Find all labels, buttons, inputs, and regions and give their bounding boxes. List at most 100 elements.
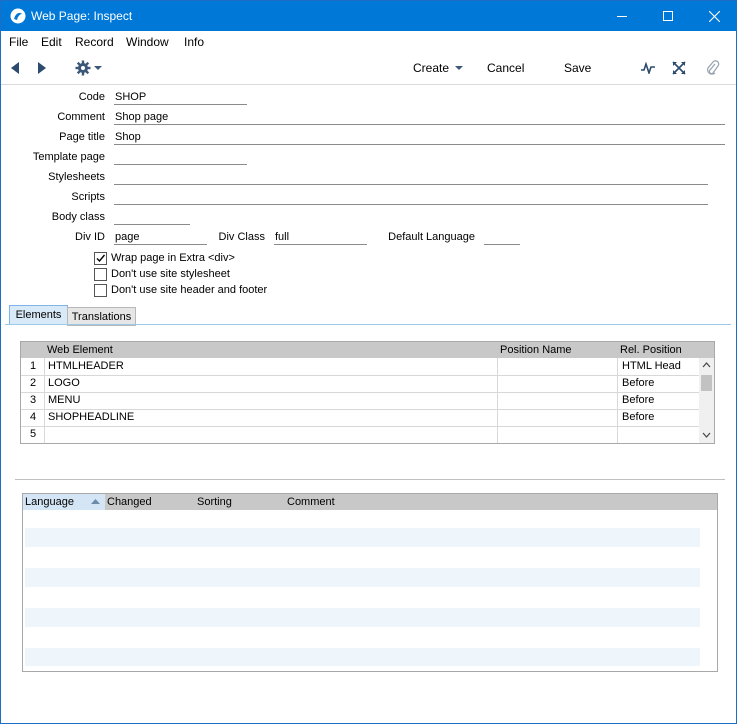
no-site-header-footer-checkbox[interactable] (94, 284, 107, 297)
rel-position-cell[interactable]: Before (622, 411, 654, 423)
div-id-label: Div ID (75, 231, 105, 243)
menu-info[interactable]: Info (184, 35, 204, 49)
list-row-stripe (25, 608, 700, 627)
column-header-position-name[interactable]: Position Name (500, 344, 572, 356)
scripts-field[interactable] (114, 190, 708, 205)
column-header-changed[interactable]: Changed (107, 496, 152, 508)
template-page-field[interactable] (114, 150, 247, 165)
default-language-label: Default Language (388, 231, 475, 243)
chevron-down-icon (94, 66, 102, 70)
activity-icon (641, 62, 655, 74)
column-divider (617, 358, 618, 443)
div-class-label: Div Class (218, 231, 265, 243)
elements-grid[interactable]: Web Element Position Name Rel. Position … (20, 341, 715, 444)
minimize-button[interactable] (599, 1, 645, 31)
table-row[interactable]: 2 LOGO Before (21, 375, 699, 393)
sort-ascending-icon (91, 499, 100, 504)
cancel-button[interactable]: Cancel (487, 52, 524, 84)
column-header-language[interactable]: Language (25, 496, 74, 508)
chevron-down-icon (455, 66, 464, 70)
operations-menu-button[interactable] (75, 52, 107, 84)
wrap-page-label: Wrap page in Extra <div> (111, 252, 235, 264)
create-label: Create (413, 61, 450, 75)
list-row-stripe (25, 568, 700, 587)
comment-field[interactable]: Shop page (114, 110, 725, 125)
menu-edit[interactable]: Edit (41, 35, 62, 49)
body-class-label: Body class (51, 211, 105, 223)
expand-button[interactable] (672, 52, 688, 84)
list-row-stripe (25, 528, 700, 547)
grid-scrollbar[interactable] (699, 358, 714, 443)
cancel-label: Cancel (487, 61, 525, 75)
column-header-rel-position[interactable]: Rel. Position (620, 344, 682, 356)
div-id-field[interactable]: page (114, 230, 207, 245)
row-number: 4 (30, 411, 37, 423)
maximize-button[interactable] (645, 1, 691, 31)
stylesheets-label: Stylesheets (48, 171, 105, 183)
tab-divider (5, 324, 731, 325)
gear-icon (75, 60, 91, 76)
save-label: Save (564, 61, 592, 75)
rel-position-cell[interactable]: Before (622, 394, 654, 406)
table-row[interactable]: 1 HTMLHEADER HTML Head (21, 358, 699, 376)
web-element-cell[interactable]: SHOPHEADLINE (48, 411, 134, 423)
column-header-comment[interactable]: Comment (287, 496, 335, 508)
page-title-label: Page title (59, 131, 105, 143)
table-row[interactable]: 5 (21, 426, 699, 443)
paperclip-icon (706, 60, 720, 75)
body-class-field[interactable] (114, 210, 190, 225)
web-element-cell[interactable]: MENU (48, 394, 80, 406)
app-logo-icon (10, 8, 26, 24)
create-button[interactable]: Create (413, 52, 464, 84)
no-site-header-footer-label: Don't use site header and footer (111, 284, 268, 296)
menu-file[interactable]: File (9, 35, 28, 49)
next-record-button[interactable] (38, 52, 50, 84)
grid-header: Web Element Position Name Rel. Position (21, 342, 714, 358)
default-language-field[interactable] (484, 230, 520, 245)
translations-list[interactable]: Language Changed Sorting Comment (22, 493, 718, 672)
column-header-web-element[interactable]: Web Element (47, 344, 113, 356)
scripts-label: Scripts (71, 191, 105, 203)
triangle-left-icon (11, 62, 19, 74)
triangle-right-icon (38, 62, 46, 74)
web-element-cell[interactable]: HTMLHEADER (48, 360, 124, 372)
no-site-stylesheet-checkbox[interactable] (94, 268, 107, 281)
rel-position-cell[interactable]: Before (622, 377, 654, 389)
row-number: 5 (30, 428, 37, 440)
menu-window[interactable]: Window (126, 35, 169, 49)
no-site-stylesheet-label: Don't use site stylesheet (111, 268, 230, 280)
maximize-icon (663, 11, 673, 21)
attachment-button[interactable] (706, 52, 722, 84)
table-row[interactable]: 4 SHOPHEADLINE Before (21, 409, 699, 427)
web-element-cell[interactable]: LOGO (48, 377, 80, 389)
row-number: 3 (30, 394, 37, 406)
tab-elements[interactable]: Elements (9, 305, 68, 325)
code-field[interactable]: SHOP (114, 90, 247, 105)
scroll-up-icon[interactable] (699, 358, 714, 372)
table-row[interactable]: 3 MENU Before (21, 392, 699, 410)
scroll-down-icon[interactable] (699, 428, 714, 442)
window: Web Page: Inspect File Edit Record Windo… (0, 0, 737, 724)
row-number: 1 (30, 360, 37, 372)
list-row-stripe (25, 648, 700, 666)
menu-record[interactable]: Record (75, 35, 114, 49)
expand-icon (672, 61, 686, 75)
save-button[interactable]: Save (564, 52, 591, 84)
minimize-icon (617, 16, 627, 17)
div-class-field[interactable]: full (274, 230, 367, 245)
rel-position-cell[interactable]: HTML Head (622, 360, 681, 372)
previous-record-button[interactable] (11, 52, 23, 84)
wrap-page-checkbox[interactable] (94, 252, 107, 265)
column-divider (497, 358, 498, 443)
stylesheets-field[interactable] (114, 170, 708, 185)
column-header-sorting[interactable]: Sorting (197, 496, 232, 508)
page-title-field[interactable]: Shop (114, 130, 725, 145)
section-divider (15, 479, 725, 480)
code-label: Code (78, 91, 105, 103)
scrollbar-thumb[interactable] (701, 375, 712, 391)
activity-button[interactable] (641, 52, 657, 84)
window-title: Web Page: Inspect (31, 9, 133, 23)
close-button[interactable] (691, 1, 736, 31)
checkmark-icon (96, 254, 106, 263)
column-divider (44, 358, 45, 443)
